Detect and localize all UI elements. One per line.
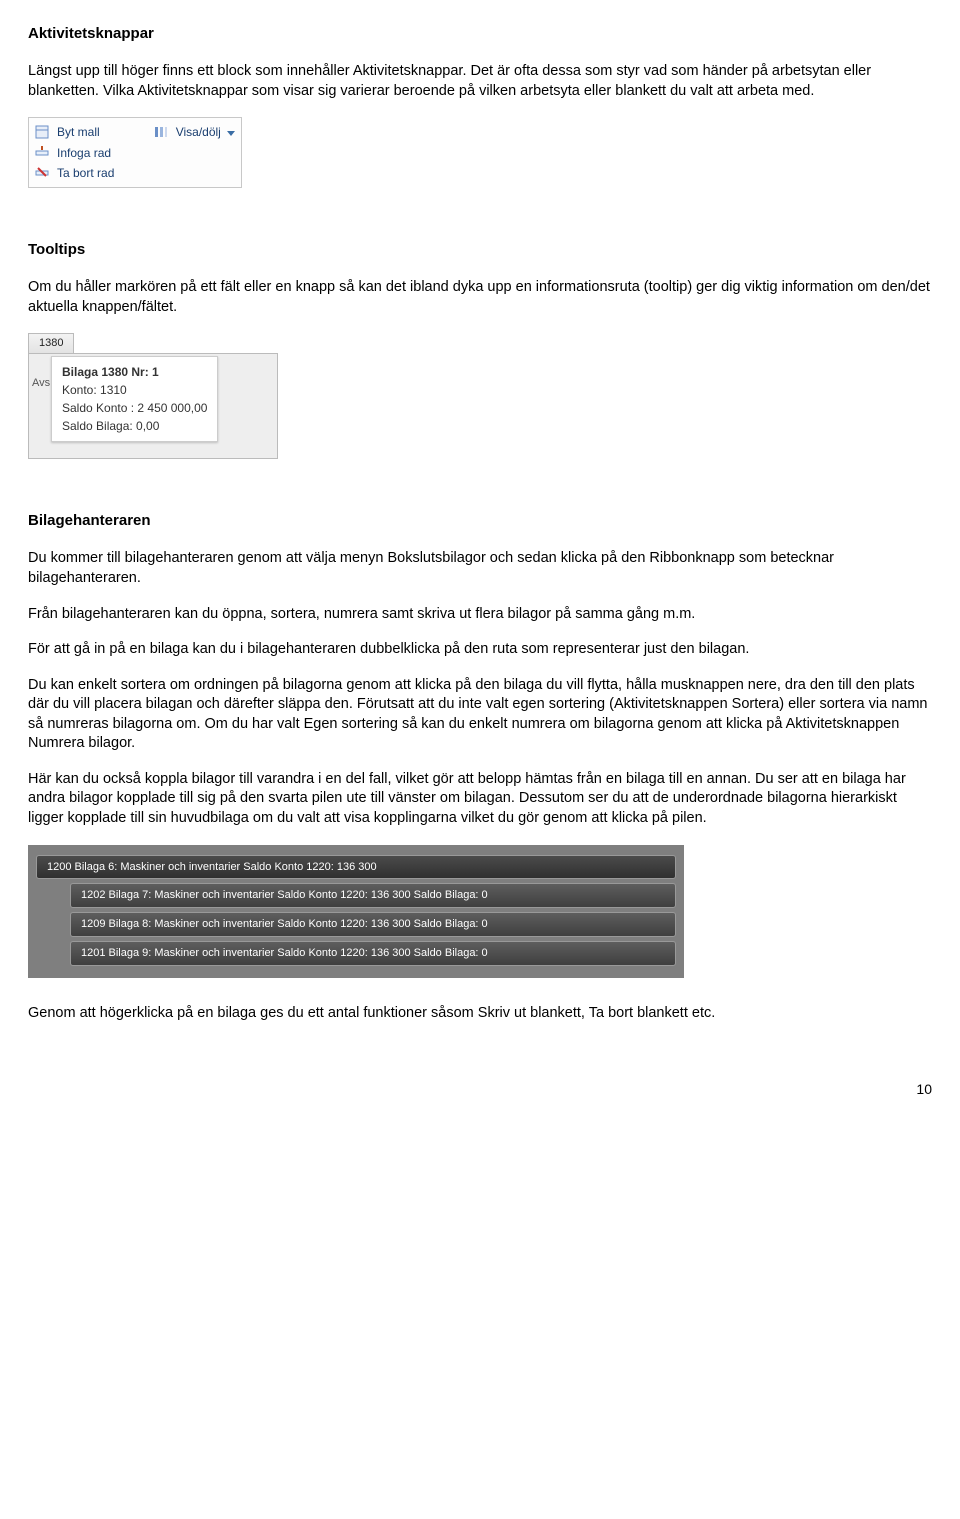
columns-icon bbox=[152, 124, 170, 140]
toolbar-item-label: Visa/dölj bbox=[176, 125, 221, 139]
para-aktivitetsknappar: Längst upp till höger finns ett block so… bbox=[28, 62, 932, 101]
tooltip-line-3: Saldo Konto : 2 450 000,00 bbox=[62, 399, 207, 417]
toolbar-item-ta-bort-rad[interactable]: Ta bort rad bbox=[57, 165, 114, 181]
bilaga-row-child[interactable]: 1202 Bilaga 7: Maskiner och inventarier … bbox=[70, 883, 676, 908]
toolbar-item-byt-mall[interactable]: Byt mall bbox=[57, 124, 100, 140]
tooltip-line-1: Bilaga 1380 Nr: 1 bbox=[62, 365, 159, 379]
para-bh-6: Genom att högerklicka på en bilaga ges d… bbox=[28, 1004, 932, 1024]
toolbar-item-infoga-rad[interactable]: Infoga rad bbox=[57, 145, 111, 161]
bilaga-tree: 1200 Bilaga 6: Maskiner och inventarier … bbox=[28, 845, 684, 978]
template-icon bbox=[33, 124, 51, 140]
bilaga-row-child[interactable]: 1209 Bilaga 8: Maskiner och inventarier … bbox=[70, 912, 676, 937]
para-bh-3: För att gå in på en bilaga kan du i bila… bbox=[28, 640, 932, 660]
heading-bilagehanteraren: Bilagehanteraren bbox=[28, 511, 932, 531]
insert-row-icon bbox=[33, 145, 51, 161]
chevron-down-icon bbox=[227, 131, 235, 136]
toolbar-item-visa-dolj[interactable]: Visa/dölj bbox=[176, 124, 235, 140]
activity-buttons-toolbar: Byt mall Visa/dölj Infoga rad Ta bort ra… bbox=[28, 117, 242, 188]
tooltip-line-2: Konto: 1310 bbox=[62, 381, 207, 399]
bilaga-row-root[interactable]: 1200 Bilaga 6: Maskiner och inventarier … bbox=[36, 855, 676, 880]
tooltip-line-4: Saldo Bilaga: 0,00 bbox=[62, 417, 207, 435]
heading-tooltips: Tooltips bbox=[28, 240, 932, 260]
tooltip-side-label: Avs bbox=[32, 376, 50, 391]
tooltip-example: 1380 Avs Bilaga 1380 Nr: 1 Konto: 1310 S… bbox=[28, 333, 278, 459]
bilaga-row-child[interactable]: 1201 Bilaga 9: Maskiner och inventarier … bbox=[70, 941, 676, 966]
delete-row-icon bbox=[33, 165, 51, 181]
para-bh-1: Du kommer till bilagehanteraren genom at… bbox=[28, 549, 932, 588]
tooltip-box: Bilaga 1380 Nr: 1 Konto: 1310 Saldo Kont… bbox=[51, 356, 218, 442]
heading-aktivitetsknappar: Aktivitetsknappar bbox=[28, 24, 932, 44]
para-tooltips: Om du håller markören på ett fält eller … bbox=[28, 278, 932, 317]
para-bh-5: Här kan du också koppla bilagor till var… bbox=[28, 770, 932, 829]
para-bh-2: Från bilagehanteraren kan du öppna, sort… bbox=[28, 605, 932, 625]
page-number: 10 bbox=[28, 1040, 932, 1099]
para-bh-4: Du kan enkelt sortera om ordningen på bi… bbox=[28, 676, 932, 754]
tooltip-tab[interactable]: 1380 bbox=[28, 333, 74, 353]
